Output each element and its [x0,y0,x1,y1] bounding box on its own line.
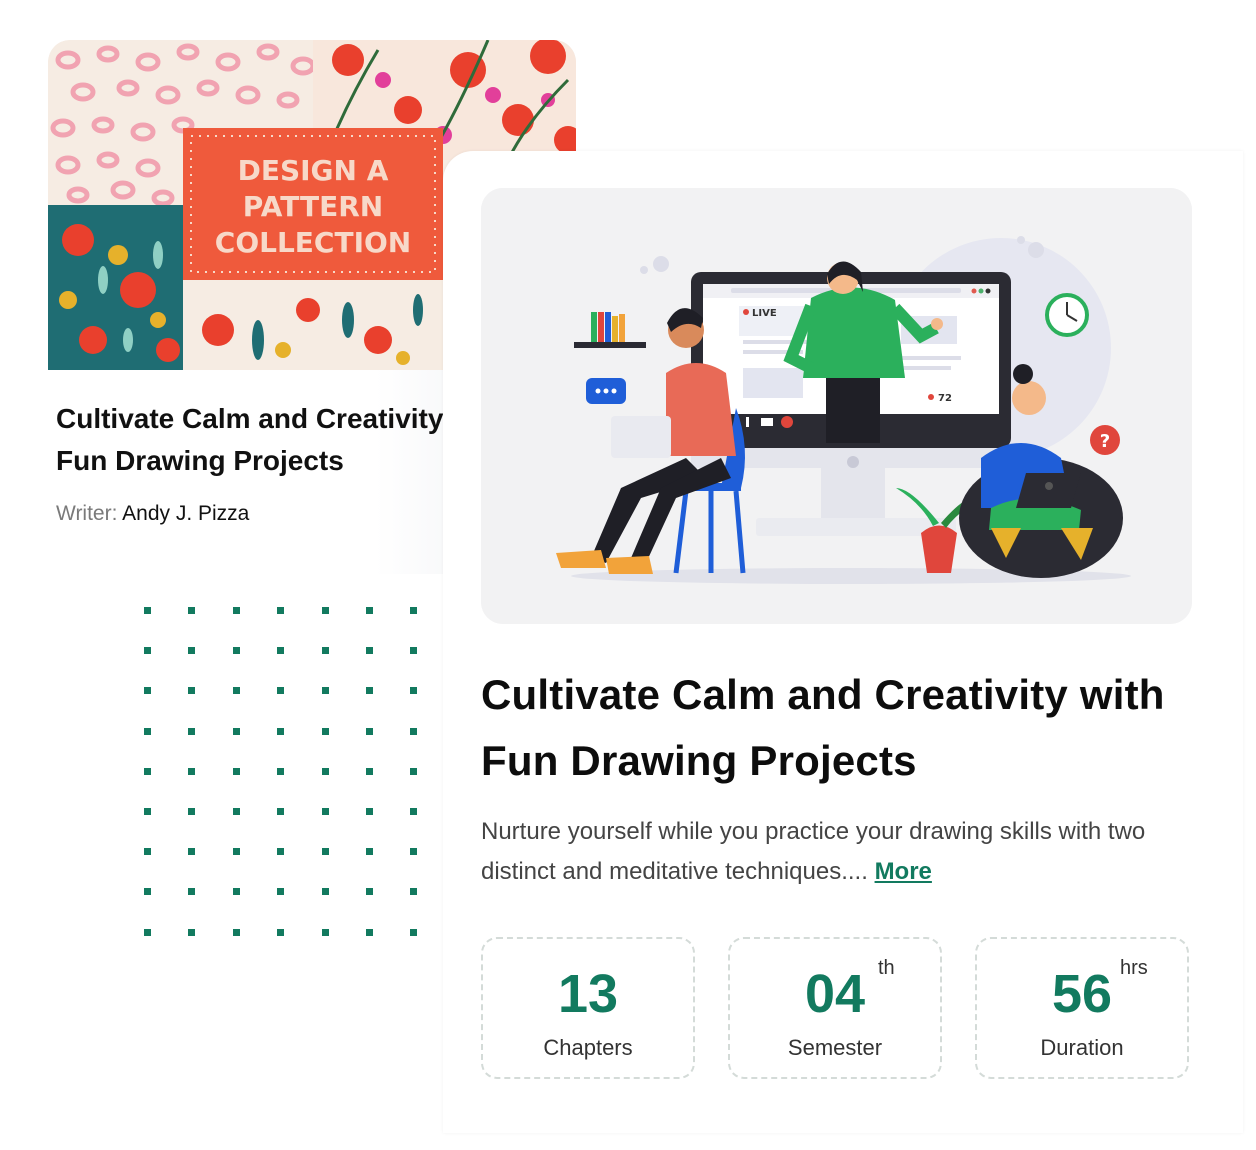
decorative-dot [233,607,240,614]
decorative-dot [410,727,417,735]
decorative-dot [366,848,373,856]
decorative-dot [410,767,417,775]
decorative-dot [410,848,417,856]
decorative-dot [144,848,151,856]
decorative-dot [277,767,284,775]
stat-semester: 04 th Semester [728,937,942,1079]
live-label: LIVE [752,308,777,319]
stat-duration-label: Duration [1040,1035,1124,1060]
decorative-dot [366,888,373,896]
course-title-line-1: Cultivate Calm and Creativity with [481,671,1165,718]
decorative-dot [322,607,329,614]
decorative-dot [322,888,329,896]
decorative-dot [277,727,284,735]
decorative-dot [144,607,151,614]
decorative-dot [188,647,195,655]
decorative-dot [277,607,284,614]
decorative-dot [366,647,373,655]
writer-info: Writer: Andy J. Pizza [56,502,249,526]
stat-chapters-label: Chapters [543,1035,633,1060]
course-title-line-2: Fun Drawing Projects [481,737,917,784]
decorative-dot [188,808,195,815]
decorative-dot [233,848,240,856]
thumb-title-line-2: PATTERN [243,190,383,223]
decorative-dot [366,767,373,775]
decorative-dot [366,808,373,815]
decorative-dot [366,687,373,695]
decorative-dot [410,687,417,695]
decorative-dot [322,848,329,856]
decorative-dot [277,928,284,936]
decorative-dot [188,607,195,614]
decorative-dot [188,848,195,856]
writer-label: Writer: [56,502,118,525]
decorative-dot [188,928,195,936]
thumb-title-line-3: COLLECTION [215,226,411,259]
decorative-dot [322,727,329,735]
decorative-dot [144,767,151,775]
stat-semester-suffix: th [878,957,895,979]
decorative-dot [144,687,151,695]
decorative-dot [277,888,284,896]
decorative-dot [410,647,417,655]
writer-name: Andy J. Pizza [122,502,250,525]
decorative-dot [277,687,284,695]
decorative-dot [410,808,417,815]
viewer-count: 72 [938,393,952,404]
decorative-dot [366,727,373,735]
decorative-dot [144,647,151,655]
decorative-dot [322,767,329,775]
stat-chapters-value: 13 [557,964,619,1024]
decorative-dot [233,727,240,735]
decorative-dot [233,808,240,815]
decorative-dot [233,687,240,695]
course-illustration: LIVE 72 ? [481,188,1192,624]
decorative-dot [322,928,329,936]
decorative-dot [188,687,195,695]
thumb-title-line-1: DESIGN A [238,154,389,187]
decorative-dot [322,808,329,815]
decorative-dot [233,767,240,775]
course-description: Nurture yourself while you practice your… [481,812,1201,892]
decorative-dot [144,727,151,735]
decorative-dot [144,888,151,896]
decorative-dot [322,687,329,695]
stat-duration: 56 hrs Duration [975,937,1189,1079]
decorative-dot [277,647,284,655]
stat-duration-suffix: hrs [1120,957,1148,979]
decorative-dot [233,647,240,655]
online-class-illustration: LIVE 72 ? [481,188,1192,624]
stat-semester-label: Semester [787,1035,883,1060]
course-description-text: Nurture yourself while you practice your… [481,818,1146,885]
stat-duration-value: 56 [1051,964,1113,1024]
decorative-dot [233,928,240,936]
decorative-dot [366,607,373,614]
course-title[interactable]: Cultivate Calm and Creativity with Fun D… [481,662,1221,794]
decorative-dot [188,888,195,896]
decorative-dot [188,727,195,735]
decorative-dot [322,647,329,655]
svg-text:?: ? [1100,431,1110,452]
more-link[interactable]: More [875,858,932,885]
decorative-dot [188,767,195,775]
decorative-dot [410,928,417,936]
stat-chapters: 13 Chapters [481,937,695,1079]
decorative-dot [144,808,151,815]
decorative-dot [277,848,284,856]
decorative-dot [233,888,240,896]
decorative-dot [366,928,373,936]
decorative-dot [410,607,417,614]
decorative-dot [277,808,284,815]
decorative-dot [144,928,151,936]
stat-semester-value: 04 [804,964,866,1024]
decorative-dot [410,888,417,896]
